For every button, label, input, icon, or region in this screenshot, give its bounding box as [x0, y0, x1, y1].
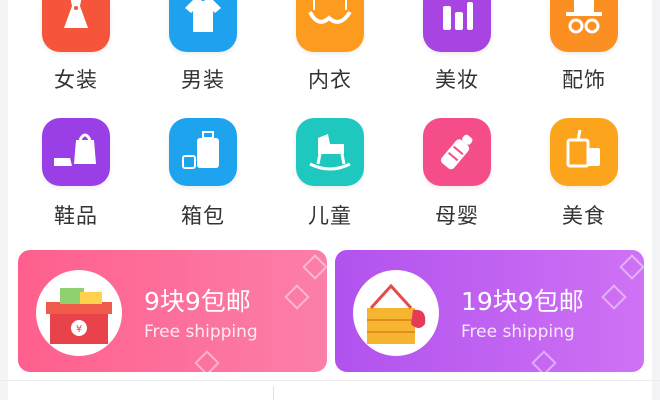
category-item-shoes[interactable]: 鞋品 — [26, 118, 126, 228]
rocking-horse-icon — [296, 118, 364, 186]
category-item-baby[interactable]: 母婴 — [407, 118, 507, 228]
category-item-women[interactable]: 女装 — [26, 0, 126, 92]
category-item-luggage[interactable]: 箱包 — [153, 118, 253, 228]
category-item-men[interactable]: 男装 — [153, 0, 253, 92]
hat-glasses-icon — [550, 0, 618, 52]
banner-decoration — [619, 254, 644, 280]
category-label: 美食 — [562, 204, 606, 228]
shoe-bag-icon — [42, 118, 110, 186]
shirt-icon — [169, 0, 237, 52]
baby-bottle-icon — [423, 118, 491, 186]
banner-decoration — [194, 350, 220, 372]
category-item-cosmetics[interactable]: 美妆 — [407, 0, 507, 92]
cosmetics-icon — [423, 0, 491, 52]
category-item-accessories[interactable]: 配饰 — [534, 0, 634, 92]
banner-decoration — [302, 254, 327, 280]
category-item-kids[interactable]: 儿童 — [280, 118, 380, 228]
drink-icon — [550, 118, 618, 186]
promo-subtitle: Free shipping — [461, 322, 575, 342]
suitcase-icon — [169, 118, 237, 186]
category-grid: 女装 男装 内衣 美妆 配饰 鞋品 箱包 儿童 母婴 美食 — [0, 0, 660, 236]
promo-title: 19块9包邮 — [461, 287, 584, 316]
category-label: 女装 — [54, 68, 98, 92]
bottom-column-divider — [273, 386, 274, 400]
category-label: 美妆 — [435, 68, 479, 92]
promo-banner-19-9[interactable]: 19块9包邮 Free shipping — [335, 250, 644, 372]
promo-banner-9-9[interactable]: ¥ 9块9包邮 Free shipping — [18, 250, 327, 372]
category-label: 男装 — [181, 68, 225, 92]
banner-decoration — [531, 350, 557, 372]
category-item-underwear[interactable]: 内衣 — [280, 0, 380, 92]
promo-subtitle: Free shipping — [144, 322, 258, 342]
category-page: 女装 男装 内衣 美妆 配饰 鞋品 箱包 儿童 母婴 美食 ¥ 9块9包邮 Fr… — [0, 0, 660, 400]
svg-text:¥: ¥ — [76, 324, 82, 335]
category-label: 鞋品 — [54, 204, 98, 228]
category-label: 儿童 — [308, 204, 352, 228]
bottom-divider — [0, 380, 660, 381]
dress-icon — [42, 0, 110, 52]
promo-title: 9块9包邮 — [144, 287, 251, 316]
banner-decoration — [284, 284, 310, 310]
gift-box-icon: ¥ — [36, 270, 122, 356]
banner-decoration — [601, 284, 627, 310]
gift-basket-icon — [353, 270, 439, 356]
category-label: 配饰 — [562, 68, 606, 92]
category-item-food[interactable]: 美食 — [534, 118, 634, 228]
bra-icon — [296, 0, 364, 52]
category-label: 母婴 — [435, 204, 479, 228]
category-label: 箱包 — [181, 204, 225, 228]
category-label: 内衣 — [308, 68, 352, 92]
